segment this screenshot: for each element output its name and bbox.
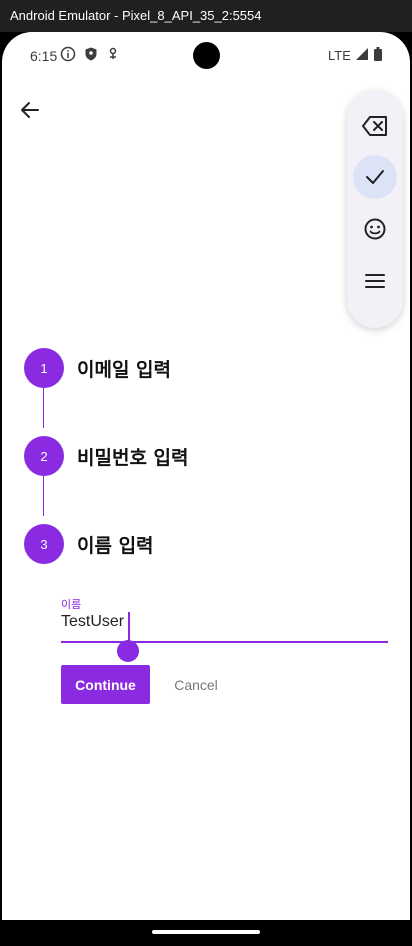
info-icon — [60, 46, 76, 64]
step-number-badge: 2 — [24, 436, 64, 476]
step-1[interactable]: 1 이메일 입력 — [24, 348, 404, 388]
step-connector — [43, 388, 44, 428]
step-number-badge: 3 — [24, 524, 64, 564]
name-field-label: 이름 — [61, 598, 82, 611]
app-screen: 6:15 LTE 1 이메일 입력 2 비밀번호 입력 3 이름 입력 이름 T… — [2, 32, 410, 920]
emulator-title-bar: Android Emulator - Pixel_8_API_35_2:5554 — [0, 0, 412, 32]
step-3[interactable]: 3 이름 입력 — [24, 524, 404, 564]
cancel-button[interactable]: Cancel — [162, 665, 230, 704]
step-connector — [43, 476, 44, 516]
cursor-handle[interactable] — [117, 640, 139, 662]
back-arrow-icon[interactable] — [16, 96, 44, 124]
step-title: 이름 입력 — [77, 535, 154, 557]
step-title: 이메일 입력 — [77, 359, 172, 381]
network-type: LTE — [328, 48, 351, 63]
camera-cutout — [193, 42, 220, 69]
floating-keyboard-toolbar — [347, 90, 403, 328]
name-input[interactable]: TestUser — [61, 613, 124, 631]
step-title: 비밀번호 입력 — [77, 447, 189, 469]
continue-button[interactable]: Continue — [61, 665, 150, 704]
signal-icon — [355, 46, 371, 64]
device-frame: 6:15 LTE 1 이메일 입력 2 비밀번호 입력 3 이름 입력 이름 T… — [0, 32, 412, 946]
check-icon[interactable] — [353, 155, 397, 199]
field-underline — [61, 641, 388, 643]
step-2[interactable]: 2 비밀번호 입력 — [24, 436, 404, 476]
gesture-nav-bar — [0, 920, 412, 946]
status-bar: 6:15 LTE — [2, 32, 410, 80]
window-title: Android Emulator - Pixel_8_API_35_2:5554 — [10, 8, 262, 23]
status-time: 6:15 — [30, 48, 58, 64]
emoji-icon[interactable] — [353, 207, 397, 251]
menu-icon[interactable] — [353, 259, 397, 303]
shield-icon — [83, 46, 99, 64]
location-icon — [105, 46, 121, 64]
battery-icon — [373, 46, 389, 64]
backspace-icon[interactable] — [353, 104, 397, 148]
home-gesture-pill[interactable] — [152, 930, 260, 934]
step-number-badge: 1 — [24, 348, 64, 388]
